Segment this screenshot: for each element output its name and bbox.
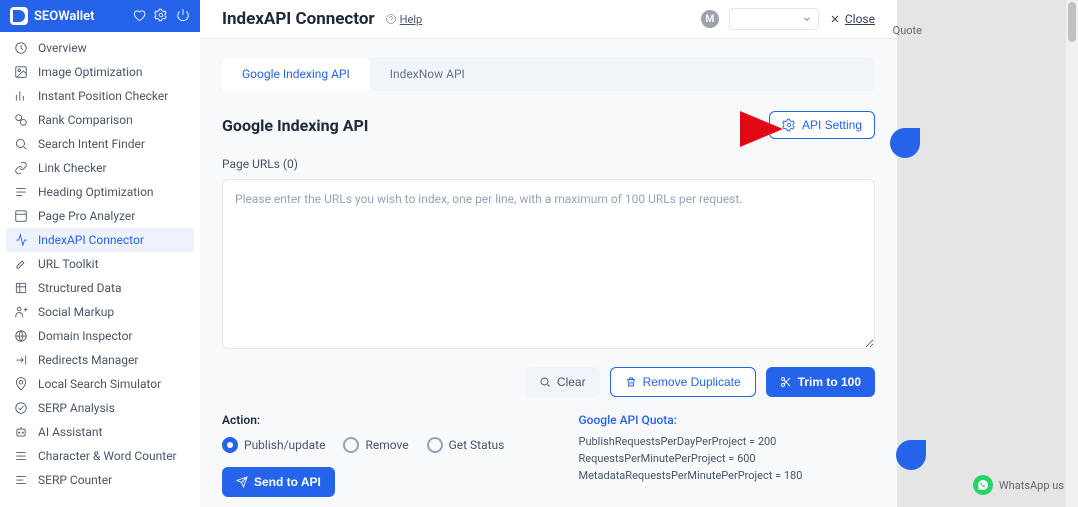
help-label: Help <box>400 13 423 26</box>
send-label: Send to API <box>254 475 321 489</box>
scissors-icon <box>780 376 792 388</box>
sidebar-item-char-word-counter[interactable]: Character & Word Counter <box>0 444 200 468</box>
avatar[interactable]: M <box>701 10 719 28</box>
trash-icon <box>625 376 637 388</box>
quota-line-2: RequestsPerMinutePerProject = 600 <box>579 452 876 465</box>
sidebar-item-image-optimization[interactable]: Image Optimization <box>0 60 200 84</box>
clear-button[interactable]: Clear <box>525 367 600 397</box>
sidebar-item-url-toolkit[interactable]: URL Toolkit <box>0 252 200 276</box>
close-button[interactable]: Close <box>829 12 875 26</box>
page-title: IndexAPI Connector <box>222 9 375 29</box>
whatsapp-label: WhatsApp us <box>999 479 1064 492</box>
sidebar-item-label: Character & Word Counter <box>38 449 177 463</box>
bg-quote-text: Quote <box>893 24 922 37</box>
sidebar-item-label: IndexAPI Connector <box>38 233 144 247</box>
remove-duplicate-button[interactable]: Remove Duplicate <box>610 367 756 397</box>
nav-list: Overview Image Optimization Instant Posi… <box>0 32 200 496</box>
sidebar-item-label: Domain Inspector <box>38 329 132 343</box>
radio-remove[interactable]: Remove <box>343 437 408 453</box>
sidebar-item-label: Social Markup <box>38 305 114 319</box>
user-dropdown[interactable] <box>729 8 819 30</box>
send-to-api-button[interactable]: Send to API <box>222 467 335 497</box>
quota-line-3: MetadataRequestsPerMinutePerProject = 18… <box>579 469 876 482</box>
close-icon <box>829 13 841 25</box>
sidebar-item-local-search[interactable]: Local Search Simulator <box>0 372 200 396</box>
sidebar-item-label: AI Assistant <box>38 425 102 439</box>
sidebar-item-redirects-manager[interactable]: Redirects Manager <box>0 348 200 372</box>
whatsapp-icon <box>973 475 993 495</box>
sidebar-item-heading-optimization[interactable]: Heading Optimization <box>0 180 200 204</box>
panel-title: Google Indexing API <box>222 116 368 135</box>
quota-line-1: PublishRequestsPerDayPerProject = 200 <box>579 435 876 448</box>
sidebar-item-label: Local Search Simulator <box>38 377 161 391</box>
help-link[interactable]: Help <box>385 13 423 26</box>
radio-icon <box>427 437 443 453</box>
sidebar-item-domain-inspector[interactable]: Domain Inspector <box>0 324 200 348</box>
sidebar-header: SEOWallet <box>0 0 200 32</box>
sidebar-item-label: SERP Analysis <box>38 401 115 415</box>
sidebar-item-label: Redirects Manager <box>38 353 138 367</box>
sidebar-item-label: URL Toolkit <box>38 257 99 271</box>
topbar: IndexAPI Connector Help M Close <box>200 0 897 39</box>
radio-label: Remove <box>365 438 408 452</box>
radio-get-status[interactable]: Get Status <box>427 437 505 453</box>
sidebar-item-label: Link Checker <box>38 161 107 175</box>
urls-textarea[interactable] <box>222 179 875 349</box>
sidebar-item-label: Page Pro Analyzer <box>38 209 135 223</box>
sidebar-item-label: Structured Data <box>38 281 121 295</box>
main-panel: IndexAPI Connector Help M Close Google I… <box>200 0 897 507</box>
sidebar-item-structured-data[interactable]: Structured Data <box>0 276 200 300</box>
tabs: Google Indexing API IndexNow API <box>222 57 875 91</box>
api-setting-label: API Setting <box>802 118 862 132</box>
action-label: Action: <box>222 413 519 427</box>
background-area: Quote <box>897 0 1078 507</box>
sidebar-item-link-checker[interactable]: Link Checker <box>0 156 200 180</box>
sidebar-item-label: Search Intent Finder <box>38 137 145 151</box>
scrollbar[interactable] <box>1066 0 1078 507</box>
sidebar-item-serp-counter[interactable]: SERP Counter <box>0 468 200 492</box>
bg-decoration-2 <box>896 440 926 470</box>
radio-label: Get Status <box>449 438 505 452</box>
sidebar-item-label: Heading Optimization <box>38 185 154 199</box>
sidebar-item-instant-position[interactable]: Instant Position Checker <box>0 84 200 108</box>
radio-icon <box>222 437 238 453</box>
sidebar-item-label: SERP Counter <box>38 473 112 487</box>
brand-name: SEOWallet <box>34 9 95 24</box>
clear-label: Clear <box>557 375 586 389</box>
sidebar-item-social-markup[interactable]: Social Markup <box>0 300 200 324</box>
sidebar-item-indexapi[interactable]: IndexAPI Connector <box>6 228 194 252</box>
radio-icon <box>343 437 359 453</box>
sidebar-item-ai-assistant[interactable]: AI Assistant <box>0 420 200 444</box>
sidebar-item-label: Overview <box>38 41 87 55</box>
sidebar-item-serp-analysis[interactable]: SERP Analysis <box>0 396 200 420</box>
brand-logo[interactable]: SEOWallet <box>10 7 95 25</box>
power-icon[interactable] <box>176 7 190 26</box>
tab-google-indexing[interactable]: Google Indexing API <box>222 57 370 91</box>
close-label: Close <box>845 12 875 26</box>
trim-button[interactable]: Trim to 100 <box>766 367 875 397</box>
sidebar-item-page-pro[interactable]: Page Pro Analyzer <box>0 204 200 228</box>
scrollbar-thumb[interactable] <box>1068 2 1076 42</box>
sidebar-item-rank-comparison[interactable]: Rank Comparison <box>0 108 200 132</box>
send-icon <box>236 476 248 488</box>
whatsapp-widget[interactable]: WhatsApp us <box>973 475 1064 495</box>
radio-publish[interactable]: Publish/update <box>222 437 325 453</box>
sidebar-item-search-intent[interactable]: Search Intent Finder <box>0 132 200 156</box>
logo-icon <box>10 7 28 25</box>
remove-duplicate-label: Remove Duplicate <box>643 375 741 389</box>
sidebar-item-label: Rank Comparison <box>38 113 133 127</box>
heart-icon[interactable] <box>132 7 146 26</box>
arrow-callout-icon <box>665 99 785 163</box>
tab-indexnow[interactable]: IndexNow API <box>370 57 485 91</box>
quota-title: Google API Quota: <box>579 413 876 427</box>
sidebar: SEOWallet Overview Image Optimization In… <box>0 0 200 507</box>
bg-decoration-1 <box>890 128 920 158</box>
radio-label: Publish/update <box>244 438 325 452</box>
sidebar-item-label: Image Optimization <box>38 65 142 79</box>
trim-label: Trim to 100 <box>798 375 861 389</box>
sidebar-item-overview[interactable]: Overview <box>0 36 200 60</box>
clear-icon <box>539 376 551 388</box>
gear-icon[interactable] <box>154 7 168 26</box>
sidebar-item-label: Instant Position Checker <box>38 89 168 103</box>
